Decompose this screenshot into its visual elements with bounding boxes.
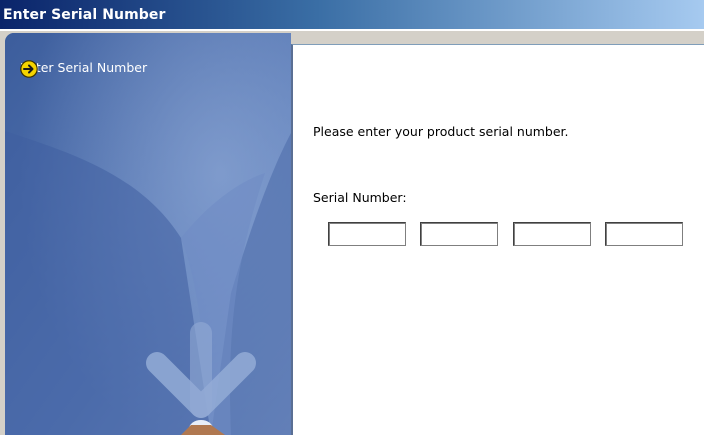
- serial-number-field-1[interactable]: [328, 222, 406, 246]
- serial-number-field-4[interactable]: [605, 222, 683, 246]
- title-bar[interactable]: Enter Serial Number: [0, 0, 704, 31]
- window-title: Enter Serial Number: [3, 7, 166, 23]
- instruction-text: Please enter your product serial number.: [313, 124, 569, 139]
- sidebar-item-label: Enter Serial Number: [20, 60, 148, 75]
- wizard-sidebar: Enter Serial Number: [5, 33, 291, 435]
- arrow-right-circle-icon: [20, 60, 38, 78]
- serial-number-field-2[interactable]: [420, 222, 498, 246]
- sidebar-item-enter-serial-number: Enter Serial Number: [20, 60, 148, 78]
- sidebar-background-art: [5, 33, 291, 435]
- serial-number-field-3[interactable]: [513, 222, 591, 246]
- serial-number-label: Serial Number:: [313, 190, 407, 205]
